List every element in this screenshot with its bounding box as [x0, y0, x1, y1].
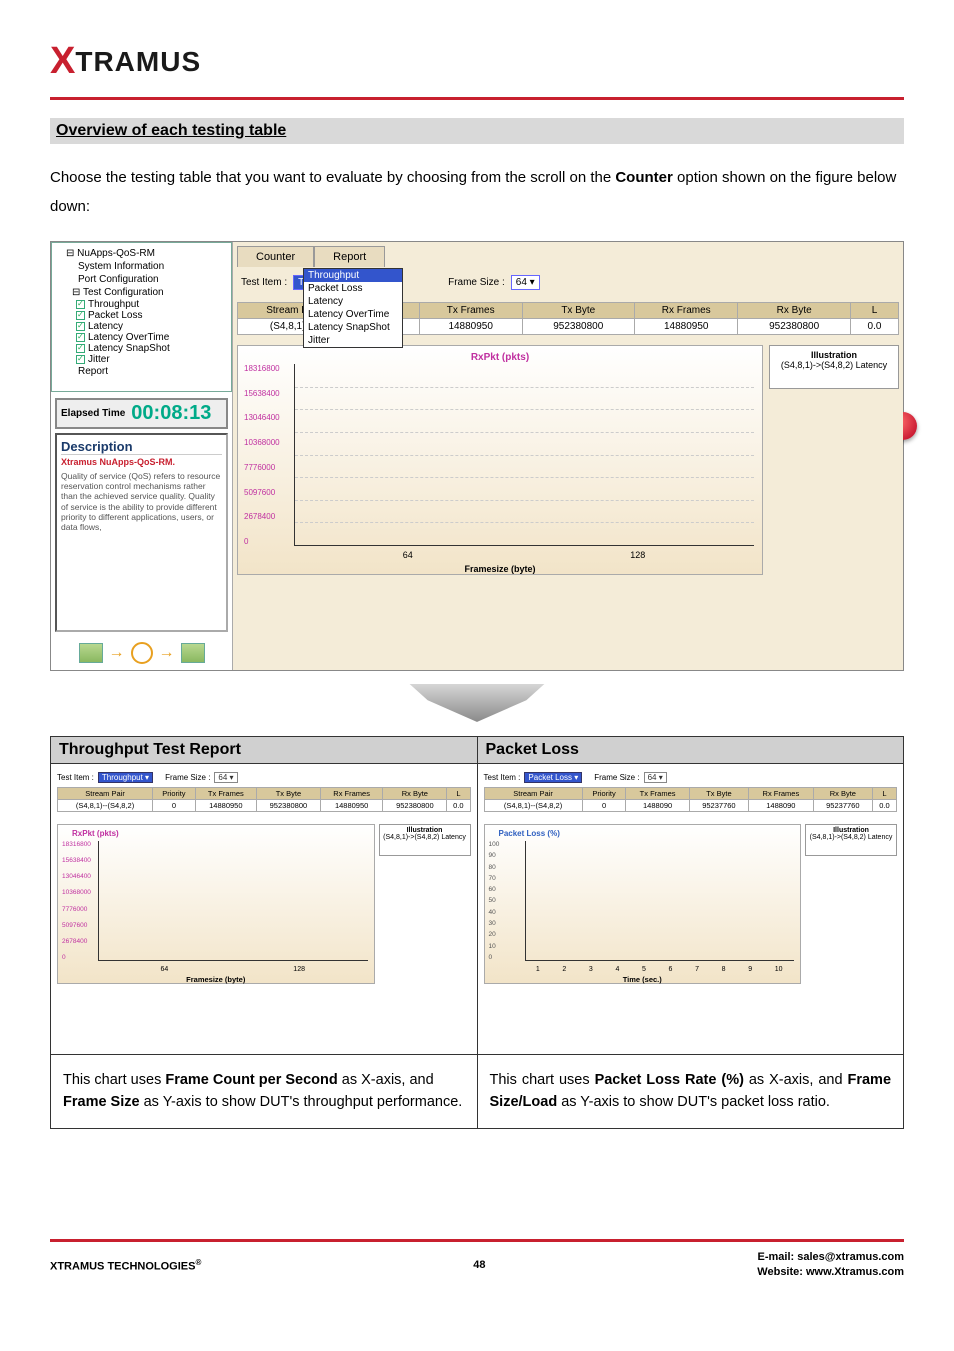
page-number: 48 — [473, 1259, 485, 1271]
plot-area — [294, 364, 754, 546]
tree-lat[interactable]: Latency — [56, 321, 227, 332]
desc-title: Description — [61, 439, 222, 455]
tree-pkt[interactable]: Packet Loss — [56, 310, 227, 321]
logo: X TRAMUS — [50, 40, 904, 91]
intro-text: Choose the testing table that you want t… — [50, 164, 904, 221]
mini-test-select[interactable]: Packet Loss ▾ — [524, 772, 582, 783]
tree-test[interactable]: ⊟ Test Configuration — [56, 286, 227, 299]
footer-left: XTRAMUS TECHNOLOGIES® — [50, 1258, 201, 1273]
mc-x: 12345678910 — [525, 966, 795, 973]
mc-plot — [98, 841, 368, 961]
dropdown-list[interactable]: Throughput Packet Loss Latency Latency O… — [303, 268, 403, 348]
tree-rep[interactable]: Report — [56, 365, 227, 378]
elapsed-label: Elapsed Time — [61, 408, 125, 419]
mc-plot — [525, 841, 795, 961]
mini-controls: Test Item : Packet Loss ▾ Frame Size : 6… — [484, 770, 898, 787]
app-window: ⊟ NuApps-QoS-RM System Information Port … — [50, 241, 904, 671]
col-footer-left: This chart uses Frame Count per Second a… — [51, 1054, 477, 1128]
page-footer: XTRAMUS TECHNOLOGIES® 48 E-mail: sales@x… — [50, 1242, 904, 1281]
tree-thr[interactable]: Throughput — [56, 299, 227, 310]
clock-icon — [131, 642, 153, 664]
tree-root[interactable]: ⊟ NuApps-QoS-RM — [56, 247, 227, 260]
device-icon — [79, 643, 103, 663]
arrow-icon: → — [109, 644, 125, 662]
mini-table-right: Stream PairPriorityTx FramesTx ByteRx Fr… — [484, 787, 898, 812]
tree-jit[interactable]: Jitter — [56, 354, 227, 365]
comparison-table: Throughput Test Report Test Item : Throu… — [50, 736, 904, 1129]
table-row: (S4,8,1)--(S4,8,2)0148809095237760148809… — [484, 800, 897, 812]
left-panel: ⊟ NuApps-QoS-RM System Information Port … — [51, 242, 233, 670]
mc-y: 1009080706050403020100 — [489, 841, 500, 961]
col-footer-right: This chart uses Packet Loss Rate (%) as … — [478, 1054, 904, 1128]
th-txb: Tx Byte — [522, 303, 635, 319]
right-panel: Counter Report Test Item : Throughput ▾ … — [233, 242, 903, 670]
test-item-label: Test Item : — [241, 277, 287, 288]
dd-latency-ss[interactable]: Latency SnapShot — [304, 321, 402, 334]
mini-frame-select[interactable]: 64 ▾ — [214, 772, 237, 783]
col-header-right: Packet Loss — [478, 737, 904, 764]
dd-packetloss[interactable]: Packet Loss — [304, 282, 402, 295]
mini-frame-select[interactable]: 64 ▾ — [644, 772, 667, 783]
elapsed-time: 00:08:13 — [131, 402, 211, 425]
col-throughput: Throughput Test Report Test Item : Throu… — [51, 737, 478, 1128]
chart-title: RxPkt (pkts) — [244, 352, 756, 363]
desc-text: Quality of service (QoS) refers to resou… — [61, 471, 222, 532]
desc-sub: Xtramus NuApps-QoS-RM. — [61, 457, 222, 467]
arrow-down-icon — [50, 681, 904, 730]
tree-latot[interactable]: Latency OverTime — [56, 332, 227, 343]
mc-x: 64128 — [98, 966, 368, 973]
tab-report[interactable]: Report — [314, 246, 385, 267]
th-l: L — [850, 303, 898, 319]
illustration-box: Illustration (S4,8,1)->(S4,8,2) Latency — [769, 345, 899, 389]
dd-latency-ot[interactable]: Latency OverTime — [304, 308, 402, 321]
dd-throughput[interactable]: Throughput — [304, 269, 402, 282]
elapsed-box: Elapsed Time 00:08:13 — [55, 398, 228, 429]
chart-area: RxPkt (pkts) 183168001563840013046400103… — [237, 345, 899, 575]
th-rxb: Rx Byte — [738, 303, 851, 319]
mini-illus-right: Illustration (S4,8,1)->(S4,8,2) Latency — [805, 824, 897, 856]
dd-latency[interactable]: Latency — [304, 295, 402, 308]
controls-row: Test Item : Throughput ▾ Frame Size : 64… — [237, 267, 899, 298]
mini-test-select[interactable]: Throughput ▾ — [98, 772, 153, 783]
arrow-icon: → — [159, 644, 175, 662]
logo-text: TRAMUS — [75, 46, 201, 78]
device-icon — [181, 643, 205, 663]
tab-row: Counter Report — [237, 246, 899, 267]
main-chart: RxPkt (pkts) 183168001563840013046400103… — [237, 345, 763, 575]
description-box: Description Xtramus NuApps-QoS-RM. Quali… — [55, 433, 228, 632]
x-labels: 64128 — [294, 550, 754, 560]
y-axis: 1831680015638400130464001036800077760005… — [244, 364, 280, 546]
frame-size-select[interactable]: 64 ▾ — [511, 275, 540, 290]
nav-tree[interactable]: ⊟ NuApps-QoS-RM System Information Port … — [51, 242, 232, 392]
mini-chart-left: RxPkt (pkts) 183168001563840013046400103… — [57, 824, 375, 984]
tree-latss[interactable]: Latency SnapShot — [56, 343, 227, 354]
mini-table-left: Stream PairPriorityTx FramesTx ByteRx Fr… — [57, 787, 471, 812]
frame-size-label: Frame Size : — [448, 277, 505, 288]
tab-counter[interactable]: Counter — [237, 246, 314, 267]
th-rxf: Rx Frames — [635, 303, 738, 319]
x-title: Framesize (byte) — [238, 564, 762, 574]
tree-sys[interactable]: System Information — [56, 260, 227, 273]
mc-y: 1831680015638400130464001036800077760005… — [62, 841, 91, 961]
tree-port[interactable]: Port Configuration — [56, 273, 227, 286]
col-header-left: Throughput Test Report — [51, 737, 477, 764]
th-txf: Tx Frames — [419, 303, 522, 319]
icon-row: → → — [51, 636, 232, 670]
mini-illus-left: Illustration (S4,8,1)->(S4,8,2) Latency — [379, 824, 471, 856]
mini-chart-right: Packet Loss (%) 1009080706050403020100 1… — [484, 824, 802, 984]
logo-x: X — [50, 40, 75, 83]
col-packetloss: Packet Loss Test Item : Packet Loss ▾ Fr… — [478, 737, 904, 1128]
table-row: (S4,8,1)--(S4,8,2)0148809509523808001488… — [58, 800, 471, 812]
mini-controls: Test Item : Throughput ▾ Frame Size : 64… — [57, 770, 471, 787]
dd-jitter[interactable]: Jitter — [304, 334, 402, 347]
header-rule — [50, 97, 904, 100]
section-title: Overview of each testing table — [50, 118, 904, 144]
footer-right: E-mail: sales@xtramus.com Website: www.X… — [757, 1250, 904, 1281]
